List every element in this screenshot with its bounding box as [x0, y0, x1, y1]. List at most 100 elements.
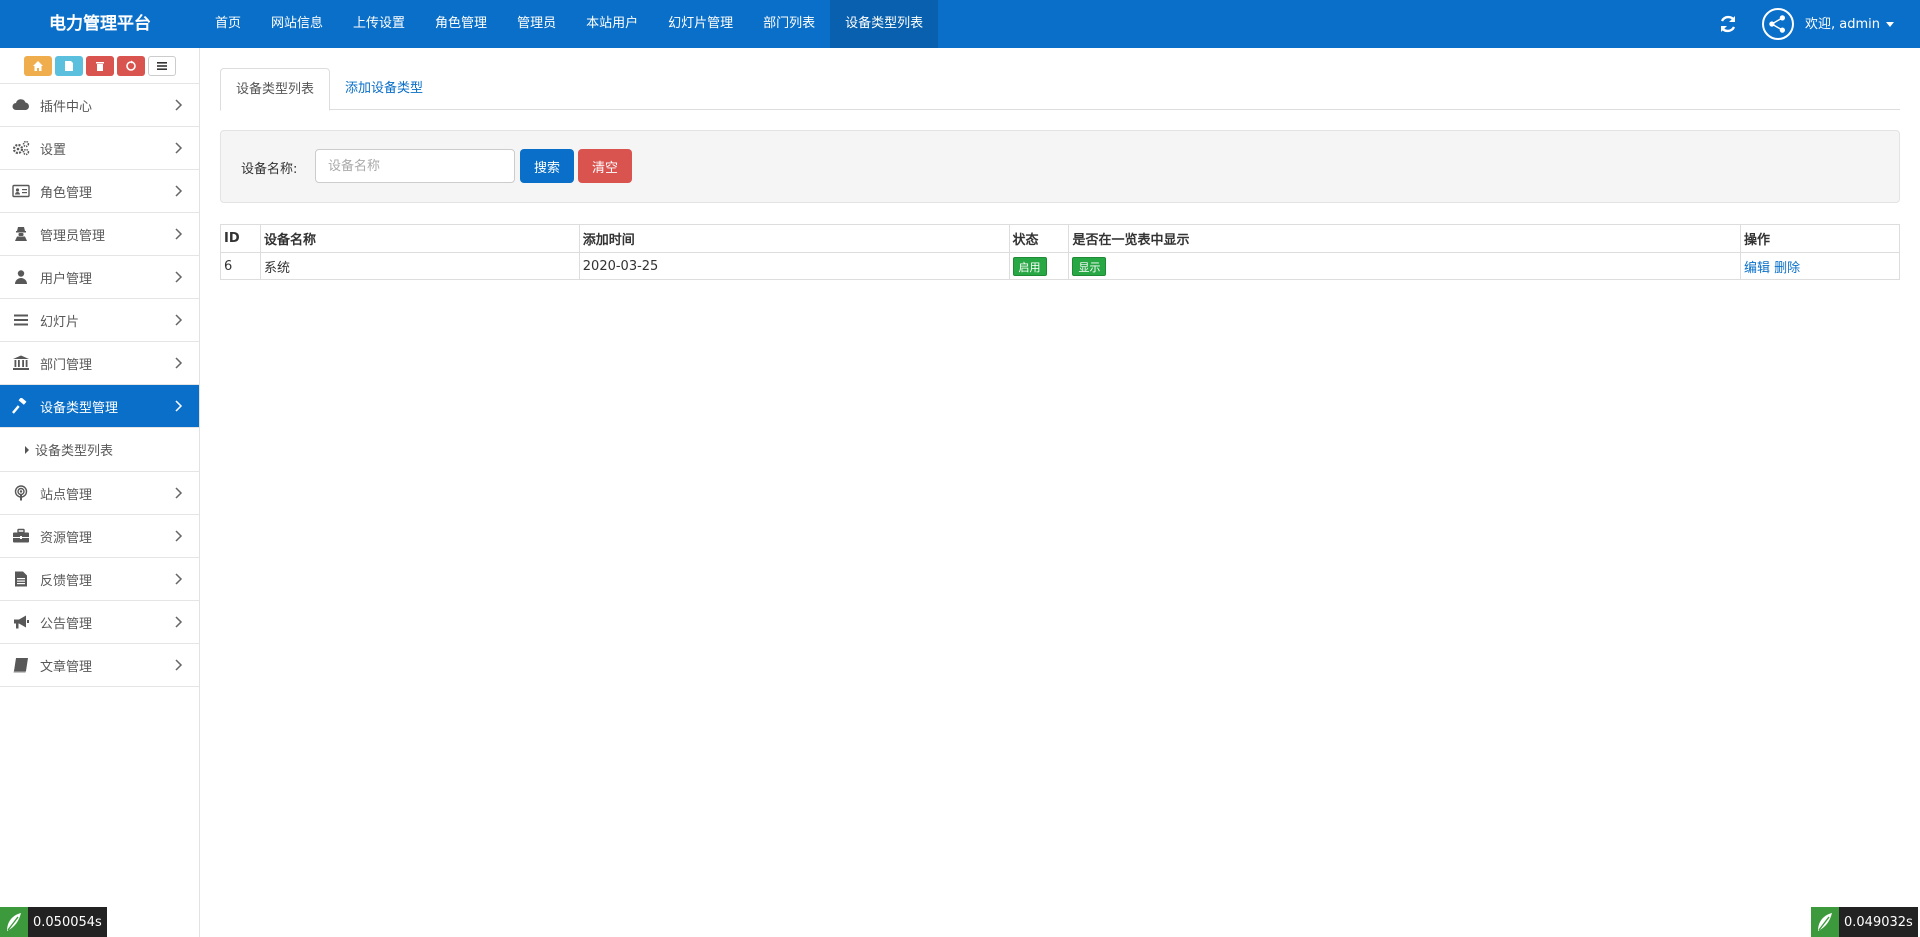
sidebar-item-label: 插件中心 — [40, 99, 93, 115]
sidebar-subitem-label: 设备类型列表 — [35, 444, 114, 459]
cell-display: 显示 — [1068, 252, 1742, 280]
sidebar-item-resources[interactable]: 资源管理 — [0, 515, 199, 558]
topnav-item-device-types[interactable]: 设备类型列表 — [830, 0, 939, 48]
shortcut-list-button[interactable] — [147, 55, 176, 76]
chevron-right-icon — [175, 228, 183, 240]
chevron-right-icon — [175, 185, 183, 197]
sidebar-item-departments[interactable]: 部门管理 — [0, 342, 199, 385]
device-name-input[interactable] — [315, 149, 515, 183]
bullhorn-icon — [11, 613, 31, 631]
sidebar-item-users[interactable]: 用户管理 — [0, 256, 199, 299]
chevron-right-icon — [175, 357, 183, 369]
podcast-icon — [11, 484, 31, 502]
edit-link[interactable]: 编辑 — [1744, 261, 1770, 276]
topnav-item-departments[interactable]: 部门列表 — [748, 0, 830, 48]
search-panel: 设备名称: 搜索 清空 — [220, 130, 1900, 203]
top-navbar: 电力管理平台 首页 网站信息 上传设置 角色管理 管理员 本站用户 幻灯片管理 … — [0, 0, 1920, 48]
sidebar-item-label: 公告管理 — [40, 616, 93, 632]
table-row: 6 系统 2020-03-25 启用 显示 编辑 删除 — [220, 252, 1900, 280]
sidebar-item-label: 设备类型管理 — [40, 400, 119, 416]
sidebar-subitem-device-type-list[interactable]: 设备类型列表 — [0, 428, 199, 472]
list-icon — [156, 61, 167, 70]
shortcut-trash-button[interactable] — [85, 55, 114, 76]
topnav-item-site-info[interactable]: 网站信息 — [256, 0, 338, 48]
gears-icon — [11, 139, 31, 157]
column-header-name[interactable]: 设备名称 — [259, 224, 580, 253]
chevron-right-icon — [175, 487, 183, 499]
debug-timer-left[interactable]: 0.050054s — [0, 907, 107, 937]
sidebar-item-articles[interactable]: 文章管理 — [0, 644, 199, 687]
device-type-table: ID 设备名称 添加时间 状态 是否在一览表中显示 操作 6 系统 2020-0… — [220, 224, 1900, 280]
caret-right-icon — [25, 445, 29, 454]
main-content: 设备类型列表 添加设备类型 设备名称: 搜索 清空 ID 设备名称 添加时间 状… — [200, 48, 1920, 937]
table-header-row: ID 设备名称 添加时间 状态 是否在一览表中显示 操作 — [220, 224, 1900, 253]
chevron-right-icon — [175, 142, 183, 154]
shortcut-file-button[interactable] — [54, 55, 83, 76]
sidebar-item-sites[interactable]: 站点管理 — [0, 472, 199, 515]
column-header-id[interactable]: ID — [220, 224, 261, 253]
debug-timer-right[interactable]: 0.049032s — [1811, 907, 1918, 937]
sidebar-item-device-types[interactable]: 设备类型管理 — [0, 385, 199, 428]
sidebar-item-admins[interactable]: 管理员管理 — [0, 213, 199, 256]
display-badge[interactable]: 显示 — [1072, 256, 1107, 276]
timer-value: 0.049032s — [1844, 914, 1913, 930]
column-header-date[interactable]: 添加时间 — [578, 224, 1010, 253]
sidebar: 插件中心 设置 角色管理 管理员管理 用户管理 幻灯片 部门管理 设备类型管理 — [0, 48, 200, 937]
search-button[interactable]: 搜索 — [520, 149, 574, 183]
sidebar-item-slides[interactable]: 幻灯片 — [0, 299, 199, 342]
id-card-icon — [11, 182, 31, 200]
list-icon — [11, 311, 31, 329]
sidebar-item-label: 设置 — [40, 142, 67, 158]
chevron-right-icon — [175, 271, 183, 283]
user-greeting: 欢迎, admin — [1805, 17, 1880, 32]
user-secret-icon — [11, 225, 31, 243]
sidebar-item-announcements[interactable]: 公告管理 — [0, 601, 199, 644]
sidebar-item-roles[interactable]: 角色管理 — [0, 170, 199, 213]
briefcase-icon — [11, 527, 31, 545]
column-header-display[interactable]: 是否在一览表中显示 — [1068, 224, 1742, 253]
timer-value: 0.050054s — [33, 914, 102, 930]
topnav-item-home[interactable]: 首页 — [200, 0, 256, 48]
sidebar-item-label: 幻灯片 — [40, 314, 80, 330]
topnav-item-slides[interactable]: 幻灯片管理 — [653, 0, 748, 48]
column-header-actions: 操作 — [1740, 224, 1900, 253]
book-icon — [11, 656, 31, 674]
topnav-item-roles[interactable]: 角色管理 — [420, 0, 502, 48]
sidebar-item-label: 资源管理 — [40, 530, 93, 546]
refresh-icon[interactable] — [1716, 12, 1740, 36]
avatar[interactable] — [1762, 8, 1794, 40]
sidebar-item-label: 部门管理 — [40, 357, 93, 373]
tab-add-device-type[interactable]: 添加设备类型 — [330, 68, 438, 110]
leaf-logo-icon — [1811, 907, 1839, 937]
cell-date: 2020-03-25 — [578, 252, 1010, 280]
file-icon — [64, 60, 73, 71]
sidebar-item-label: 反馈管理 — [40, 573, 93, 589]
sidebar-item-label: 角色管理 — [40, 185, 93, 201]
sidebar-item-plugins[interactable]: 插件中心 — [0, 84, 199, 127]
topnav-item-admins[interactable]: 管理员 — [502, 0, 571, 48]
clear-button[interactable]: 清空 — [578, 149, 632, 183]
topnav-item-upload-settings[interactable]: 上传设置 — [338, 0, 420, 48]
column-header-status[interactable]: 状态 — [1008, 224, 1070, 253]
app-title[interactable]: 电力管理平台 — [0, 0, 200, 48]
sidebar-item-settings[interactable]: 设置 — [0, 127, 199, 170]
chevron-right-icon — [175, 616, 183, 628]
sidebar-item-label: 文章管理 — [40, 659, 93, 675]
trash-icon — [95, 61, 104, 71]
topnav-item-site-users[interactable]: 本站用户 — [571, 0, 653, 48]
cell-status: 启用 — [1008, 252, 1070, 280]
sidebar-shortcuts — [0, 48, 199, 84]
tab-device-type-list[interactable]: 设备类型列表 — [220, 68, 331, 111]
bank-icon — [11, 354, 31, 372]
user-menu[interactable]: 欢迎, admin — [1805, 0, 1895, 48]
delete-link[interactable]: 删除 — [1774, 261, 1800, 276]
shortcut-recycle-button[interactable] — [116, 55, 145, 76]
status-badge[interactable]: 启用 — [1012, 256, 1047, 276]
leaf-logo-icon — [0, 907, 28, 937]
tab-bar: 设备类型列表 添加设备类型 — [220, 68, 1900, 111]
sidebar-item-feedback[interactable]: 反馈管理 — [0, 558, 199, 601]
shortcut-home-button[interactable] — [23, 55, 52, 76]
chevron-right-icon — [175, 314, 183, 326]
chevron-right-icon — [175, 99, 183, 111]
sidebar-item-label: 站点管理 — [40, 487, 93, 503]
